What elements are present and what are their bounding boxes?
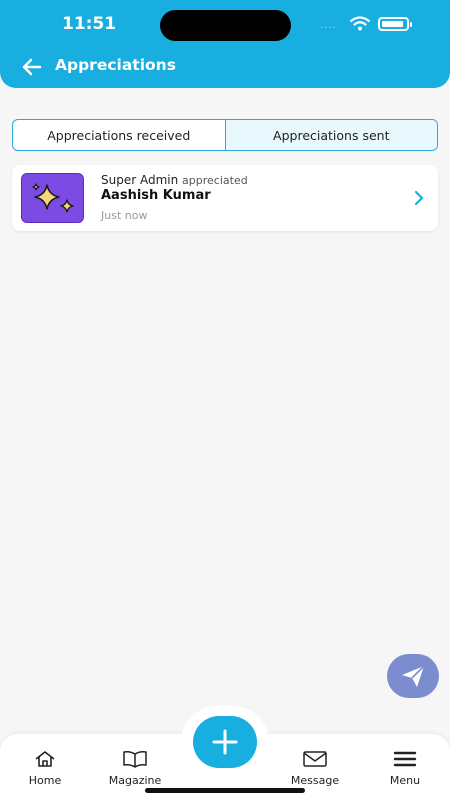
nav-menu[interactable]: Menu <box>370 750 440 787</box>
mail-icon <box>303 751 327 767</box>
nav-home-label: Home <box>28 774 62 787</box>
nav-menu-label: Menu <box>389 774 421 787</box>
tab-appreciations-sent[interactable]: Appreciations sent <box>224 120 437 150</box>
status-time: 11:51 <box>62 14 117 34</box>
home-indicator <box>145 788 305 793</box>
nav-home[interactable]: Home <box>10 750 80 787</box>
recipient-name: Aashish Kumar <box>101 188 211 203</box>
plus-icon <box>212 729 238 755</box>
nav-magazine-label: Magazine <box>108 774 162 787</box>
battery-icon <box>378 17 412 31</box>
appreciation-time: Just now <box>101 209 148 222</box>
add-fab-button[interactable] <box>193 716 257 768</box>
wifi-icon <box>350 16 370 31</box>
hamburger-icon <box>393 751 417 767</box>
send-fab-button[interactable] <box>387 654 439 698</box>
appreciation-verb: appreciated <box>182 174 248 187</box>
nav-message[interactable]: Message <box>280 750 350 787</box>
chevron-right-icon[interactable] <box>414 190 424 206</box>
nav-magazine[interactable]: Magazine <box>100 750 170 787</box>
appreciation-tabs: Appreciations received Appreciations sen… <box>12 119 438 151</box>
nav-message-label: Message <box>290 774 340 787</box>
app-header: 11:51 ···· Appreciations <box>0 0 450 88</box>
cellular-signal-icon: ···· <box>320 23 337 34</box>
page-title: Appreciations <box>55 56 176 74</box>
home-icon <box>35 751 55 767</box>
sparkles-icon <box>21 173 84 223</box>
book-icon <box>123 751 147 768</box>
sender-name: Super Admin <box>101 173 179 187</box>
back-arrow-icon[interactable] <box>20 56 44 78</box>
tab-appreciations-received[interactable]: Appreciations received <box>13 120 225 150</box>
dynamic-island <box>160 10 291 41</box>
appreciation-card[interactable]: Super Admin appreciated Aashish Kumar Ju… <box>12 165 438 231</box>
appreciation-sender-line: Super Admin appreciated <box>101 173 248 187</box>
paper-plane-icon <box>402 665 425 687</box>
